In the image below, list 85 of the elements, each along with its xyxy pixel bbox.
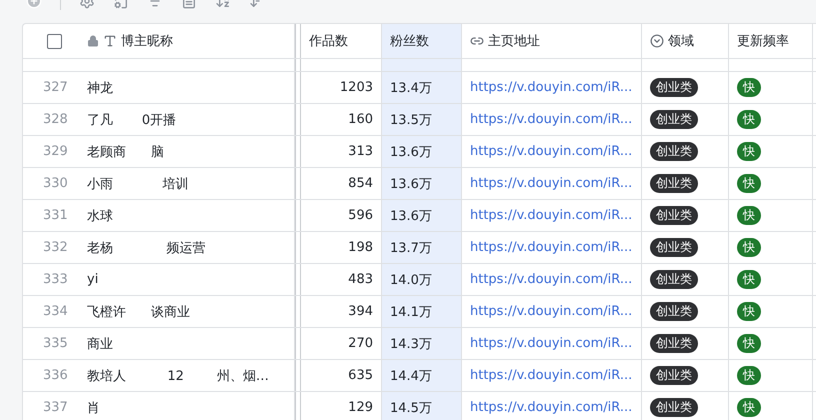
table-cell-text: 了凡 0开播: [87, 112, 176, 128]
table-cell-text: 13.4万: [390, 80, 432, 96]
row-number: 336: [43, 368, 68, 383]
text-field-icon: [103, 34, 117, 48]
url-link[interactable]: https://v.douyin.com/iR...: [470, 112, 632, 127]
column-header[interactable]: 领域: [642, 24, 729, 58]
table-cell-text: 13.6万: [390, 176, 432, 192]
table-cell: 270: [348, 336, 373, 351]
frequency-tag: 快: [737, 78, 761, 97]
row-number: 332: [43, 240, 68, 255]
frequency-tag: 快: [737, 334, 761, 353]
column-header[interactable]: 主页地址: [462, 24, 642, 58]
url-link[interactable]: https://v.douyin.com/iR...: [470, 176, 632, 191]
row-number: 328: [43, 112, 68, 127]
frequency-tag: 快: [737, 366, 761, 385]
dropdown-icon: [650, 34, 664, 48]
table-cell: 313: [348, 144, 373, 159]
table-cell-text: 小雨 培训: [87, 176, 189, 192]
table-cell: 854: [348, 176, 373, 191]
table-cell: 129: [348, 400, 373, 415]
select-all-checkbox[interactable]: [47, 34, 62, 48]
category-tag: 创业类: [650, 398, 698, 417]
row-number: 333: [43, 272, 68, 287]
table-cell: 596: [348, 208, 373, 223]
table-cell: yi: [87, 272, 98, 287]
table-cell: 160: [348, 112, 373, 127]
url-link[interactable]: https://v.douyin.com/iR...: [470, 368, 632, 383]
table-cell-text: 肖: [87, 400, 100, 416]
table-cell: 635: [348, 368, 373, 383]
table-cell-text: 飞橙许 谈商业: [87, 304, 190, 320]
table-cell-text: 14.5万: [390, 400, 432, 416]
category-tag: 创业类: [650, 270, 698, 289]
row-number: 335: [43, 336, 68, 351]
frequency-tag: 快: [737, 238, 761, 257]
column-header[interactable]: 更新频率: [729, 24, 813, 58]
category-tag: 创业类: [650, 334, 698, 353]
category-tag: 创业类: [650, 142, 698, 161]
url-link[interactable]: https://v.douyin.com/iR...: [470, 144, 632, 159]
column-header[interactable]: 粉丝数: [382, 24, 462, 58]
frequency-tag: 快: [737, 142, 761, 161]
table-cell: 483: [348, 272, 373, 287]
table-cell-text: 13.6万: [390, 144, 432, 160]
table-cell: 198: [348, 240, 373, 255]
table-cell-text: 14.4万: [390, 368, 432, 384]
table-cell-text: 老杨 频运营: [87, 240, 206, 256]
category-tag: 创业类: [650, 206, 698, 225]
row-number: 327: [43, 80, 68, 95]
row-number: 330: [43, 176, 68, 191]
table-cell-text: 教培人 12 州、烟…: [87, 368, 269, 384]
column-header[interactable]: 博主昵称: [79, 24, 295, 58]
frequency-tag: 快: [737, 174, 761, 193]
row-number: 329: [43, 144, 68, 159]
category-tag: 创业类: [650, 110, 698, 129]
table-cell: 1203: [340, 80, 373, 95]
table-cell-text: 老顾商 脑: [87, 144, 164, 160]
frequency-tag: 快: [737, 110, 761, 129]
table-cell-text: 神龙: [87, 80, 113, 96]
table-cell-text: 商业: [87, 336, 113, 352]
category-tag: 创业类: [650, 174, 698, 193]
url-link[interactable]: https://v.douyin.com/iR...: [470, 336, 632, 351]
table-cell-text: 14.3万: [390, 336, 432, 352]
table-cell-text: 13.7万: [390, 240, 432, 256]
url-link[interactable]: https://v.douyin.com/iR...: [470, 304, 632, 319]
table-cell-text: 13.5万: [390, 112, 432, 128]
row-number: 337: [43, 400, 68, 415]
table-cell-text: 水球: [87, 208, 113, 224]
row-number: 331: [43, 208, 68, 223]
table-cell-text: 14.0万: [390, 272, 432, 288]
table-cell-text: 13.6万: [390, 208, 432, 224]
table-cell-text: 14.1万: [390, 304, 432, 320]
frequency-tag: 快: [737, 270, 761, 289]
frequency-tag: 快: [737, 302, 761, 321]
table-cell: 394: [348, 304, 373, 319]
url-link[interactable]: https://v.douyin.com/iR...: [470, 240, 632, 255]
category-tag: 创业类: [650, 366, 698, 385]
url-link[interactable]: https://v.douyin.com/iR...: [470, 272, 632, 287]
category-tag: 创业类: [650, 238, 698, 257]
frequency-tag: 快: [737, 206, 761, 225]
row-number: 334: [43, 304, 68, 319]
url-link[interactable]: https://v.douyin.com/iR...: [470, 80, 632, 95]
category-tag: 创业类: [650, 302, 698, 321]
frequency-tag: 快: [737, 398, 761, 417]
url-link[interactable]: https://v.douyin.com/iR...: [470, 208, 632, 223]
url-link[interactable]: https://v.douyin.com/iR...: [470, 400, 632, 415]
category-tag: 创业类: [650, 78, 698, 97]
